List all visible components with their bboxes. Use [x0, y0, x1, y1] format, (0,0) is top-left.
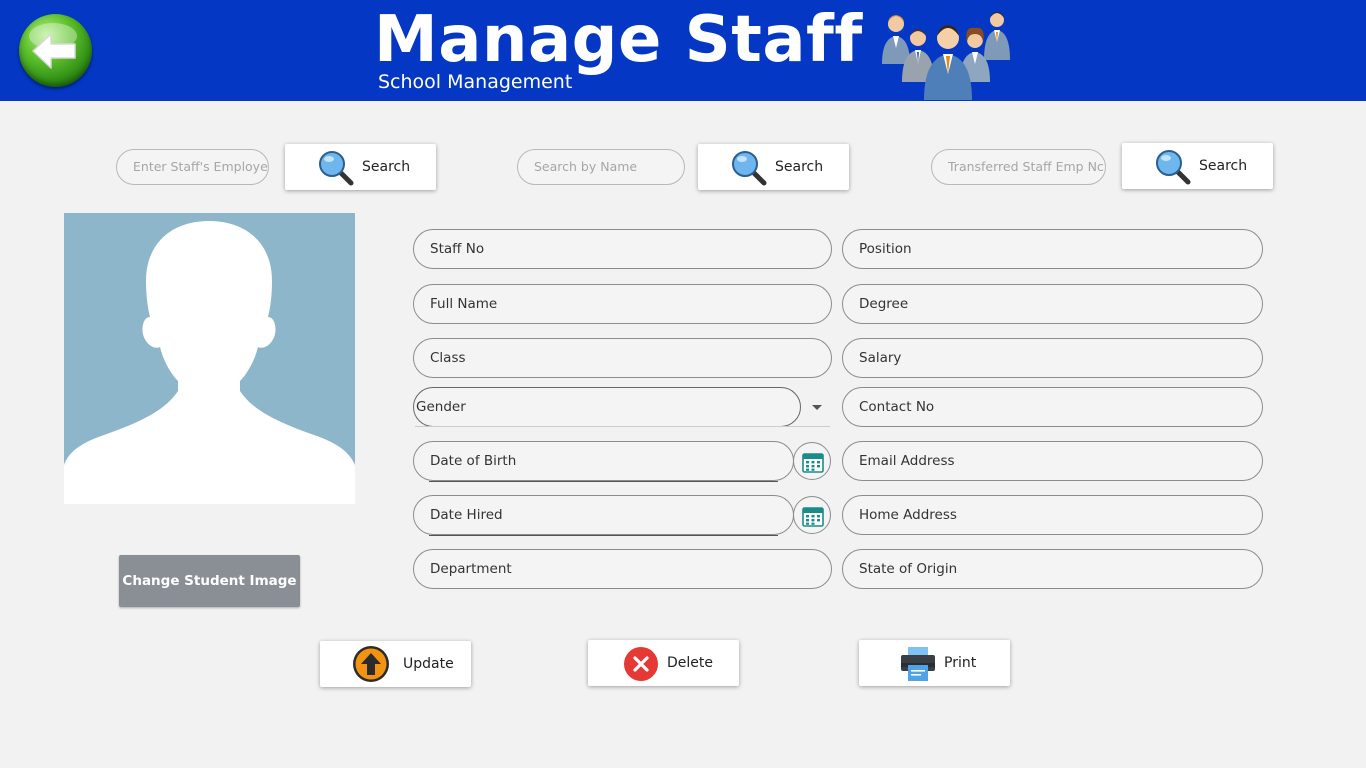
- home-address-field[interactable]: Home Address: [842, 495, 1263, 535]
- update-label: Update: [403, 656, 454, 672]
- search-icon: [319, 151, 354, 186]
- user-silhouette-icon: [64, 213, 355, 504]
- contact-no-field[interactable]: Contact No: [842, 387, 1263, 427]
- transferred-staff-search-input[interactable]: Transferred Staff Emp Nc: [931, 149, 1106, 185]
- gender-select[interactable]: Gender: [413, 387, 832, 427]
- search-name-button[interactable]: Search: [698, 144, 849, 190]
- update-button[interactable]: Update: [320, 641, 471, 687]
- chevron-down-icon: [812, 405, 822, 410]
- position-field[interactable]: Position: [842, 229, 1263, 269]
- search-icon: [1156, 150, 1191, 185]
- staff-no-field[interactable]: Staff No: [413, 229, 832, 269]
- class-field[interactable]: Class: [413, 338, 832, 378]
- date-hired-calendar-button[interactable]: [793, 496, 831, 534]
- email-address-field[interactable]: Email Address: [842, 441, 1263, 481]
- back-arrow-icon: [29, 23, 77, 69]
- search-employee-button[interactable]: Search: [285, 144, 436, 190]
- delete-button[interactable]: Delete: [588, 640, 739, 686]
- degree-field[interactable]: Degree: [842, 284, 1263, 324]
- field-underline: [429, 535, 778, 536]
- employee-no-search-input[interactable]: Enter Staff's Employe: [116, 149, 269, 185]
- full-name-field[interactable]: Full Name: [413, 284, 832, 324]
- search-button-label: Search: [362, 159, 411, 175]
- print-button[interactable]: Print: [859, 640, 1010, 686]
- close-icon: [624, 647, 658, 681]
- page-title: Manage Staff: [374, 3, 863, 77]
- change-image-button[interactable]: Change Student Image: [119, 555, 300, 607]
- department-field[interactable]: Department: [413, 549, 832, 589]
- upload-icon: [353, 646, 389, 682]
- calendar-icon: [802, 453, 824, 473]
- staff-group-icon: [882, 12, 1010, 100]
- calendar-icon: [802, 507, 824, 527]
- printer-icon: [901, 647, 935, 681]
- print-label: Print: [944, 655, 977, 671]
- gender-select-value: Gender: [413, 387, 801, 427]
- search-icon: [732, 151, 767, 186]
- back-button[interactable]: [19, 14, 92, 87]
- page-subtitle: School Management: [378, 71, 573, 93]
- staff-photo: [64, 213, 355, 504]
- date-hired-field[interactable]: Date Hired: [413, 495, 794, 535]
- search-button-label: Search: [775, 159, 824, 175]
- search-transferred-button[interactable]: Search: [1122, 143, 1273, 189]
- date-of-birth-field[interactable]: Date of Birth: [413, 441, 794, 481]
- dob-calendar-button[interactable]: [793, 442, 831, 480]
- search-button-label: Search: [1199, 158, 1248, 174]
- field-underline: [429, 481, 778, 482]
- name-search-input[interactable]: Search by Name: [517, 149, 685, 185]
- state-of-origin-field[interactable]: State of Origin: [842, 549, 1263, 589]
- delete-label: Delete: [667, 655, 713, 671]
- select-divider: [415, 426, 830, 427]
- header-bar: Manage Staff School Management: [0, 0, 1366, 101]
- salary-field[interactable]: Salary: [842, 338, 1263, 378]
